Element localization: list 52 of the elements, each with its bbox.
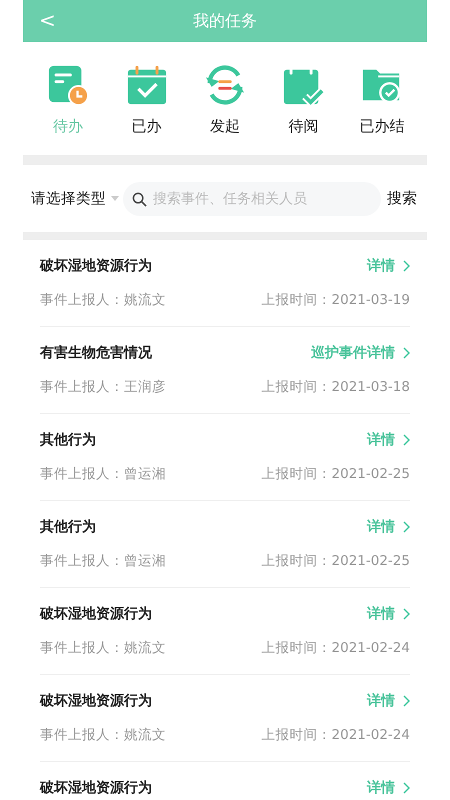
calendar-check-icon bbox=[126, 64, 168, 106]
reporter-text: 事件上报人：姚流文 bbox=[40, 639, 166, 657]
document-clock-icon bbox=[47, 64, 90, 106]
category-tab[interactable]: 已办 bbox=[112, 64, 182, 143]
tab-label: 待阅 bbox=[288, 116, 318, 136]
category-tab[interactable]: 发起 bbox=[190, 64, 260, 143]
reporter-text: 事件上报人：姚流文 bbox=[40, 726, 166, 744]
category-tab[interactable]: 待阅 bbox=[268, 64, 338, 143]
report-time: 上报时间：2021-02-24 bbox=[262, 726, 410, 744]
type-dropdown[interactable]: 请选择类型 bbox=[31, 189, 119, 208]
tab-label: 已办结 bbox=[359, 116, 404, 136]
task-title: 其他行为 bbox=[40, 431, 96, 449]
report-time: 上报时间：2021-02-25 bbox=[262, 465, 410, 483]
chevron-right-icon bbox=[403, 347, 410, 359]
reporter-text: 事件上报人：姚流文 bbox=[40, 291, 166, 309]
report-time: 上报时间：2021-03-18 bbox=[262, 378, 410, 396]
chevron-right-icon bbox=[403, 260, 410, 272]
category-tab[interactable]: 待办 bbox=[33, 64, 104, 143]
reporter-text: 事件上报人：曾运湘 bbox=[40, 552, 166, 570]
tab-label: 发起 bbox=[210, 116, 240, 136]
report-time: 上报时间：2021-03-19 bbox=[262, 291, 410, 309]
search-field[interactable]: 搜索事件、任务相关人员 bbox=[123, 182, 381, 216]
task-title: 破坏湿地资源行为 bbox=[40, 692, 152, 710]
details-link[interactable]: 详情 bbox=[367, 605, 410, 623]
task-title: 有害生物危害情况 bbox=[40, 344, 152, 362]
reporter-text: 事件上报人：王润彦 bbox=[40, 378, 166, 396]
task-title: 破坏湿地资源行为 bbox=[40, 257, 152, 275]
tab-label: 待办 bbox=[53, 116, 84, 136]
report-time: 上报时间：2021-02-24 bbox=[262, 639, 410, 657]
task-title: 破坏湿地资源行为 bbox=[40, 605, 152, 623]
chevron-right-icon bbox=[403, 434, 410, 446]
details-link[interactable]: 详情 bbox=[367, 779, 410, 797]
tab-label: 已办 bbox=[132, 116, 162, 136]
task-title: 破坏湿地资源行为 bbox=[40, 779, 152, 797]
chevron-right-icon bbox=[403, 521, 410, 533]
details-link[interactable]: 详情 bbox=[367, 692, 410, 710]
task-title: 其他行为 bbox=[40, 518, 96, 536]
chevron-right-icon bbox=[403, 608, 410, 620]
details-link[interactable]: 详情 bbox=[367, 257, 410, 275]
search-button[interactable]: 搜索 bbox=[385, 189, 419, 208]
chevron-right-icon bbox=[403, 695, 410, 707]
details-link[interactable]: 详情 bbox=[367, 518, 410, 536]
report-time: 上报时间：2021-02-25 bbox=[262, 552, 410, 570]
refresh-arrows-icon bbox=[204, 64, 246, 106]
reporter-text: 事件上报人：曾运湘 bbox=[40, 465, 166, 483]
chevron-right-icon bbox=[403, 782, 410, 794]
back-button[interactable]: < bbox=[35, 8, 60, 32]
page-title: 我的任务 bbox=[193, 10, 257, 32]
caret-icon bbox=[111, 196, 119, 201]
details-link[interactable]: 详情 bbox=[367, 431, 410, 449]
category-tab[interactable]: 已办结 bbox=[346, 64, 417, 143]
details-link[interactable]: 巡护事件详情 bbox=[311, 344, 410, 362]
